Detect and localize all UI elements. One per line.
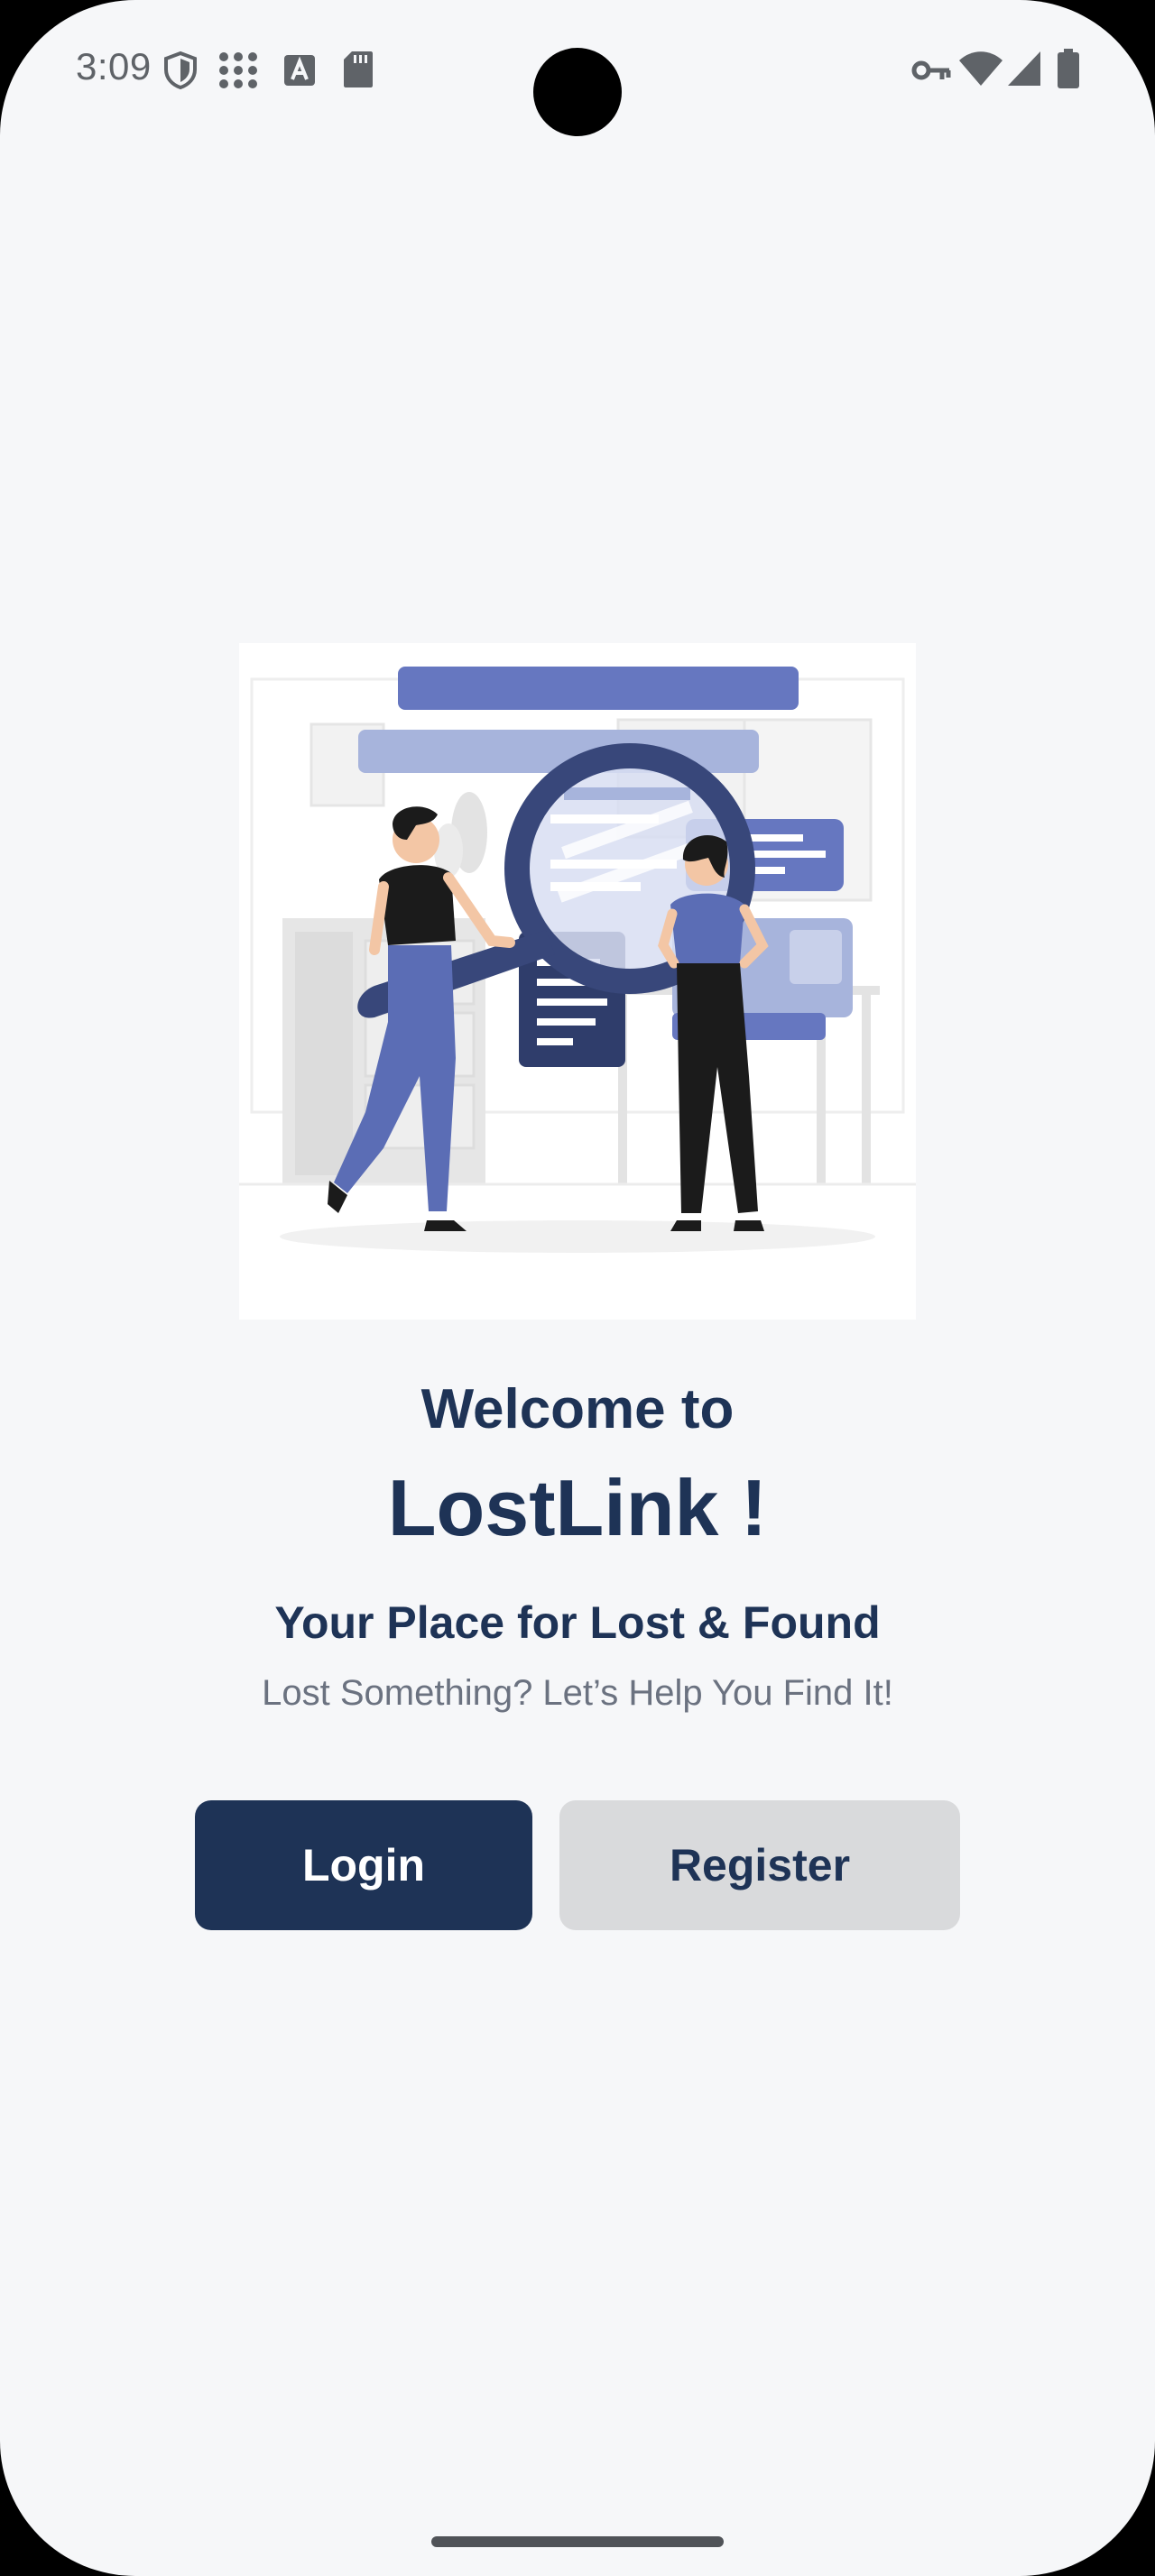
phone-screen: 3:09 Welcome to LostLink ! Your Place fo… [0, 0, 1155, 2576]
key-icon [911, 58, 951, 87]
status-time: 3:09 [76, 45, 152, 87]
home-indicator[interactable] [431, 2536, 724, 2547]
wifi-icon [958, 51, 1003, 91]
subtitle: Lost Something? Let’s Help You Find It! [262, 1673, 893, 1713]
tagline: Your Place for Lost & Found [274, 1597, 881, 1648]
sd-card-icon [343, 51, 374, 93]
app-name-title: LostLink ! [387, 1463, 768, 1552]
cell-signal-icon [1007, 51, 1041, 91]
font-a-icon [283, 54, 316, 91]
battery-icon [1058, 49, 1079, 93]
welcome-heading: Welcome to [420, 1378, 735, 1440]
shield-icon [162, 51, 199, 95]
lost-and-found-search-illustration [239, 643, 916, 1320]
dots-grid-icon [217, 51, 260, 95]
front-camera [533, 48, 622, 136]
register-button[interactable]: Register [559, 1800, 960, 1930]
login-button[interactable]: Login [195, 1800, 532, 1930]
status-bar: 3:09 [0, 0, 1155, 144]
